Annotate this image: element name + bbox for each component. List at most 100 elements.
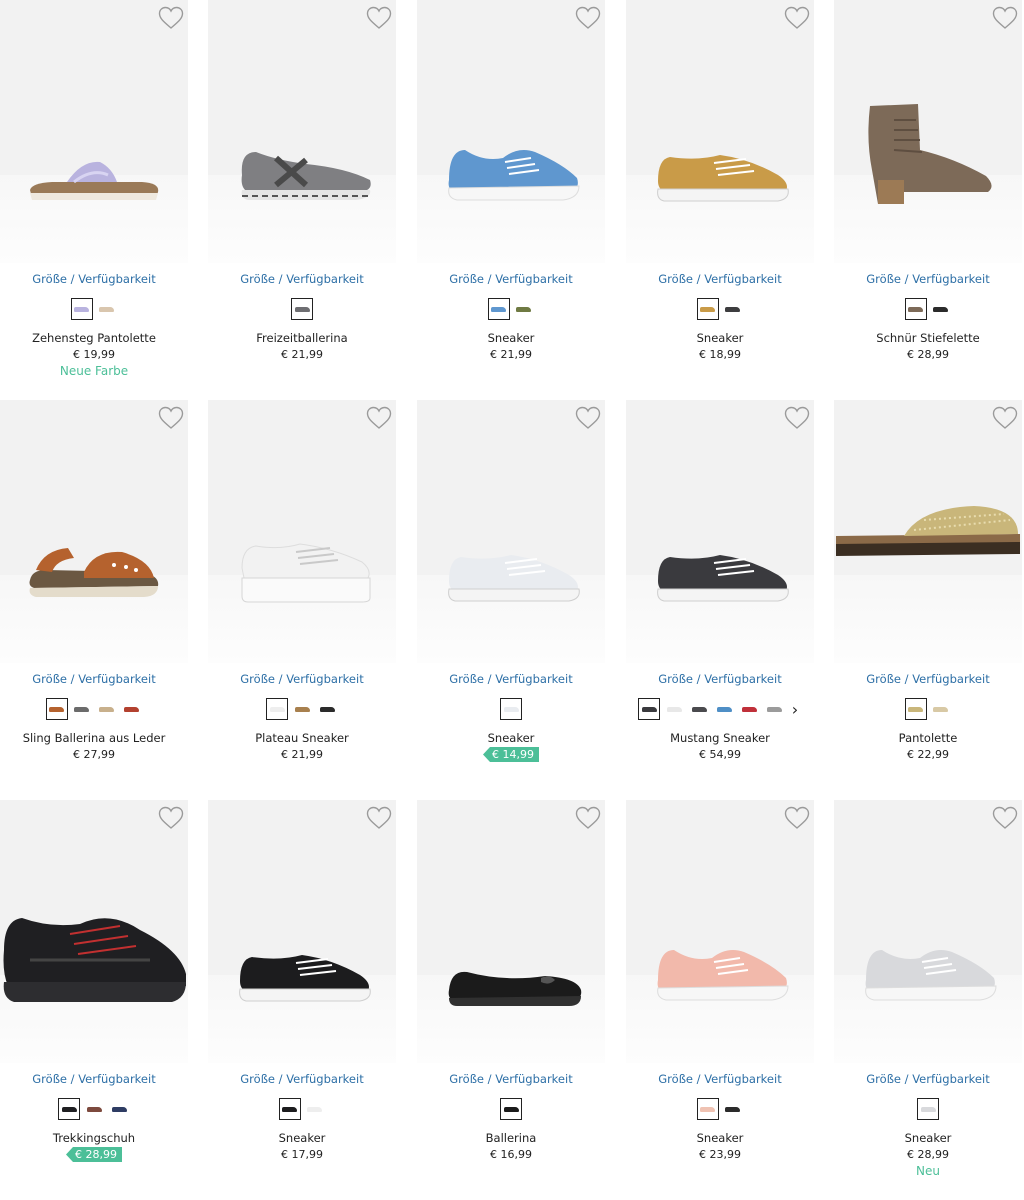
heart-icon[interactable] (575, 806, 601, 830)
product-card[interactable]: Größe / Verfügbarkeit Trekkingschuh € 28… (0, 800, 190, 1200)
product-card[interactable]: Größe / Verfügbarkeit Sneaker € 17,99 (208, 800, 398, 1200)
product-image[interactable] (626, 400, 814, 663)
product-card[interactable]: Größe / Verfügbarkeit Sneaker € 28,99 Ne… (834, 800, 1024, 1200)
product-card[interactable]: Größe / Verfügbarkeit Plateau Sneaker € … (208, 400, 398, 800)
product-name[interactable]: Mustang Sneaker (626, 731, 814, 745)
color-swatch[interactable] (291, 298, 313, 320)
color-swatch[interactable] (930, 698, 952, 720)
color-swatch[interactable] (513, 298, 535, 320)
color-swatch[interactable] (696, 298, 719, 320)
heart-icon[interactable] (366, 806, 392, 830)
color-swatch[interactable] (96, 298, 118, 320)
size-availability-link[interactable]: Größe / Verfügbarkeit (417, 272, 605, 286)
product-card[interactable]: Größe / Verfügbarkeit Sneaker € 21,99 (417, 0, 607, 400)
product-image[interactable] (417, 0, 605, 263)
color-swatch[interactable] (71, 698, 93, 720)
color-swatch[interactable] (316, 698, 338, 720)
product-image[interactable] (208, 0, 396, 263)
product-name[interactable]: Sneaker (626, 331, 814, 345)
size-availability-link[interactable]: Größe / Verfügbarkeit (208, 272, 396, 286)
product-name[interactable]: Sneaker (834, 1131, 1022, 1145)
product-image[interactable] (626, 800, 814, 1063)
product-card[interactable]: Größe / Verfügbarkeit Sneaker € 23,99 (626, 800, 816, 1200)
color-swatch[interactable] (930, 298, 952, 320)
product-card[interactable]: Größe / Verfügbarkeit Zehensteg Pantolet… (0, 0, 190, 400)
color-swatch[interactable] (663, 698, 685, 720)
heart-icon[interactable] (158, 6, 184, 30)
product-card[interactable]: Größe / Verfügbarkeit Schnür Stiefelette… (834, 0, 1024, 400)
product-image[interactable] (0, 400, 188, 663)
product-card[interactable]: Größe / Verfügbarkeit Freizeitballerina … (208, 0, 398, 400)
heart-icon[interactable] (784, 6, 810, 30)
color-swatch[interactable] (904, 298, 927, 320)
color-swatch[interactable] (291, 698, 313, 720)
product-name[interactable]: Sneaker (626, 1131, 814, 1145)
chevron-right-icon[interactable]: › (788, 698, 802, 720)
size-availability-link[interactable]: Größe / Verfügbarkeit (417, 1072, 605, 1086)
product-image[interactable] (834, 400, 1022, 663)
product-image[interactable] (0, 800, 188, 1063)
product-name[interactable]: Sneaker (208, 1131, 396, 1145)
product-card[interactable]: Größe / Verfügbarkeit Sling Ballerina au… (0, 400, 190, 800)
size-availability-link[interactable]: Größe / Verfügbarkeit (626, 672, 814, 686)
size-availability-link[interactable]: Größe / Verfügbarkeit (626, 1072, 814, 1086)
product-card[interactable]: Größe / Verfügbarkeit Pantolette € 22,99 (834, 400, 1024, 800)
heart-icon[interactable] (992, 406, 1018, 430)
color-swatch[interactable] (121, 698, 143, 720)
color-swatch[interactable] (304, 1098, 326, 1120)
product-name[interactable]: Zehensteg Pantolette (0, 331, 188, 345)
size-availability-link[interactable]: Größe / Verfügbarkeit (417, 672, 605, 686)
color-swatch[interactable] (722, 298, 744, 320)
color-swatch[interactable] (500, 1098, 522, 1120)
color-swatch[interactable] (266, 698, 288, 720)
heart-icon[interactable] (992, 6, 1018, 30)
color-swatch[interactable] (500, 698, 522, 720)
heart-icon[interactable] (575, 406, 601, 430)
product-card[interactable]: Größe / Verfügbarkeit › Mustang Sneaker … (626, 400, 816, 800)
product-name[interactable]: Ballerina (417, 1131, 605, 1145)
heart-icon[interactable] (992, 806, 1018, 830)
color-swatch[interactable] (763, 698, 785, 720)
heart-icon[interactable] (158, 406, 184, 430)
product-image[interactable] (626, 0, 814, 263)
size-availability-link[interactable]: Größe / Verfügbarkeit (834, 272, 1022, 286)
product-card[interactable]: Größe / Verfügbarkeit Sneaker € 14,99 (417, 400, 607, 800)
product-name[interactable]: Plateau Sneaker (208, 731, 396, 745)
product-image[interactable] (208, 400, 396, 663)
product-image[interactable] (0, 0, 188, 263)
product-name[interactable]: Freizeitballerina (208, 331, 396, 345)
color-swatch[interactable] (738, 698, 760, 720)
heart-icon[interactable] (366, 406, 392, 430)
color-swatch[interactable] (713, 698, 735, 720)
size-availability-link[interactable]: Größe / Verfügbarkeit (0, 272, 188, 286)
heart-icon[interactable] (784, 806, 810, 830)
color-swatch[interactable] (83, 1098, 105, 1120)
size-availability-link[interactable]: Größe / Verfügbarkeit (626, 272, 814, 286)
heart-icon[interactable] (158, 806, 184, 830)
heart-icon[interactable] (366, 6, 392, 30)
color-swatch[interactable] (58, 1098, 80, 1120)
product-name[interactable]: Trekkingschuh (0, 1131, 188, 1145)
size-availability-link[interactable]: Größe / Verfügbarkeit (0, 1072, 188, 1086)
color-swatch[interactable] (96, 698, 118, 720)
color-swatch[interactable] (278, 1098, 301, 1120)
color-swatch[interactable] (917, 1098, 939, 1120)
color-swatch[interactable] (45, 698, 68, 720)
product-name[interactable]: Sneaker (417, 731, 605, 745)
product-name[interactable]: Sneaker (417, 331, 605, 345)
product-card[interactable]: Größe / Verfügbarkeit Ballerina € 16,99 (417, 800, 607, 1200)
heart-icon[interactable] (784, 406, 810, 430)
color-swatch[interactable] (722, 1098, 744, 1120)
color-swatch[interactable] (70, 298, 93, 320)
product-card[interactable]: Größe / Verfügbarkeit Sneaker € 18,99 (626, 0, 816, 400)
color-swatch[interactable] (904, 698, 927, 720)
size-availability-link[interactable]: Größe / Verfügbarkeit (208, 672, 396, 686)
product-image[interactable] (417, 800, 605, 1063)
color-swatch[interactable] (696, 1098, 719, 1120)
product-image[interactable] (834, 800, 1022, 1063)
color-swatch[interactable] (638, 698, 660, 720)
size-availability-link[interactable]: Größe / Verfügbarkeit (834, 672, 1022, 686)
product-name[interactable]: Schnür Stiefelette (834, 331, 1022, 345)
color-swatch[interactable] (108, 1098, 130, 1120)
product-image[interactable] (834, 0, 1022, 263)
